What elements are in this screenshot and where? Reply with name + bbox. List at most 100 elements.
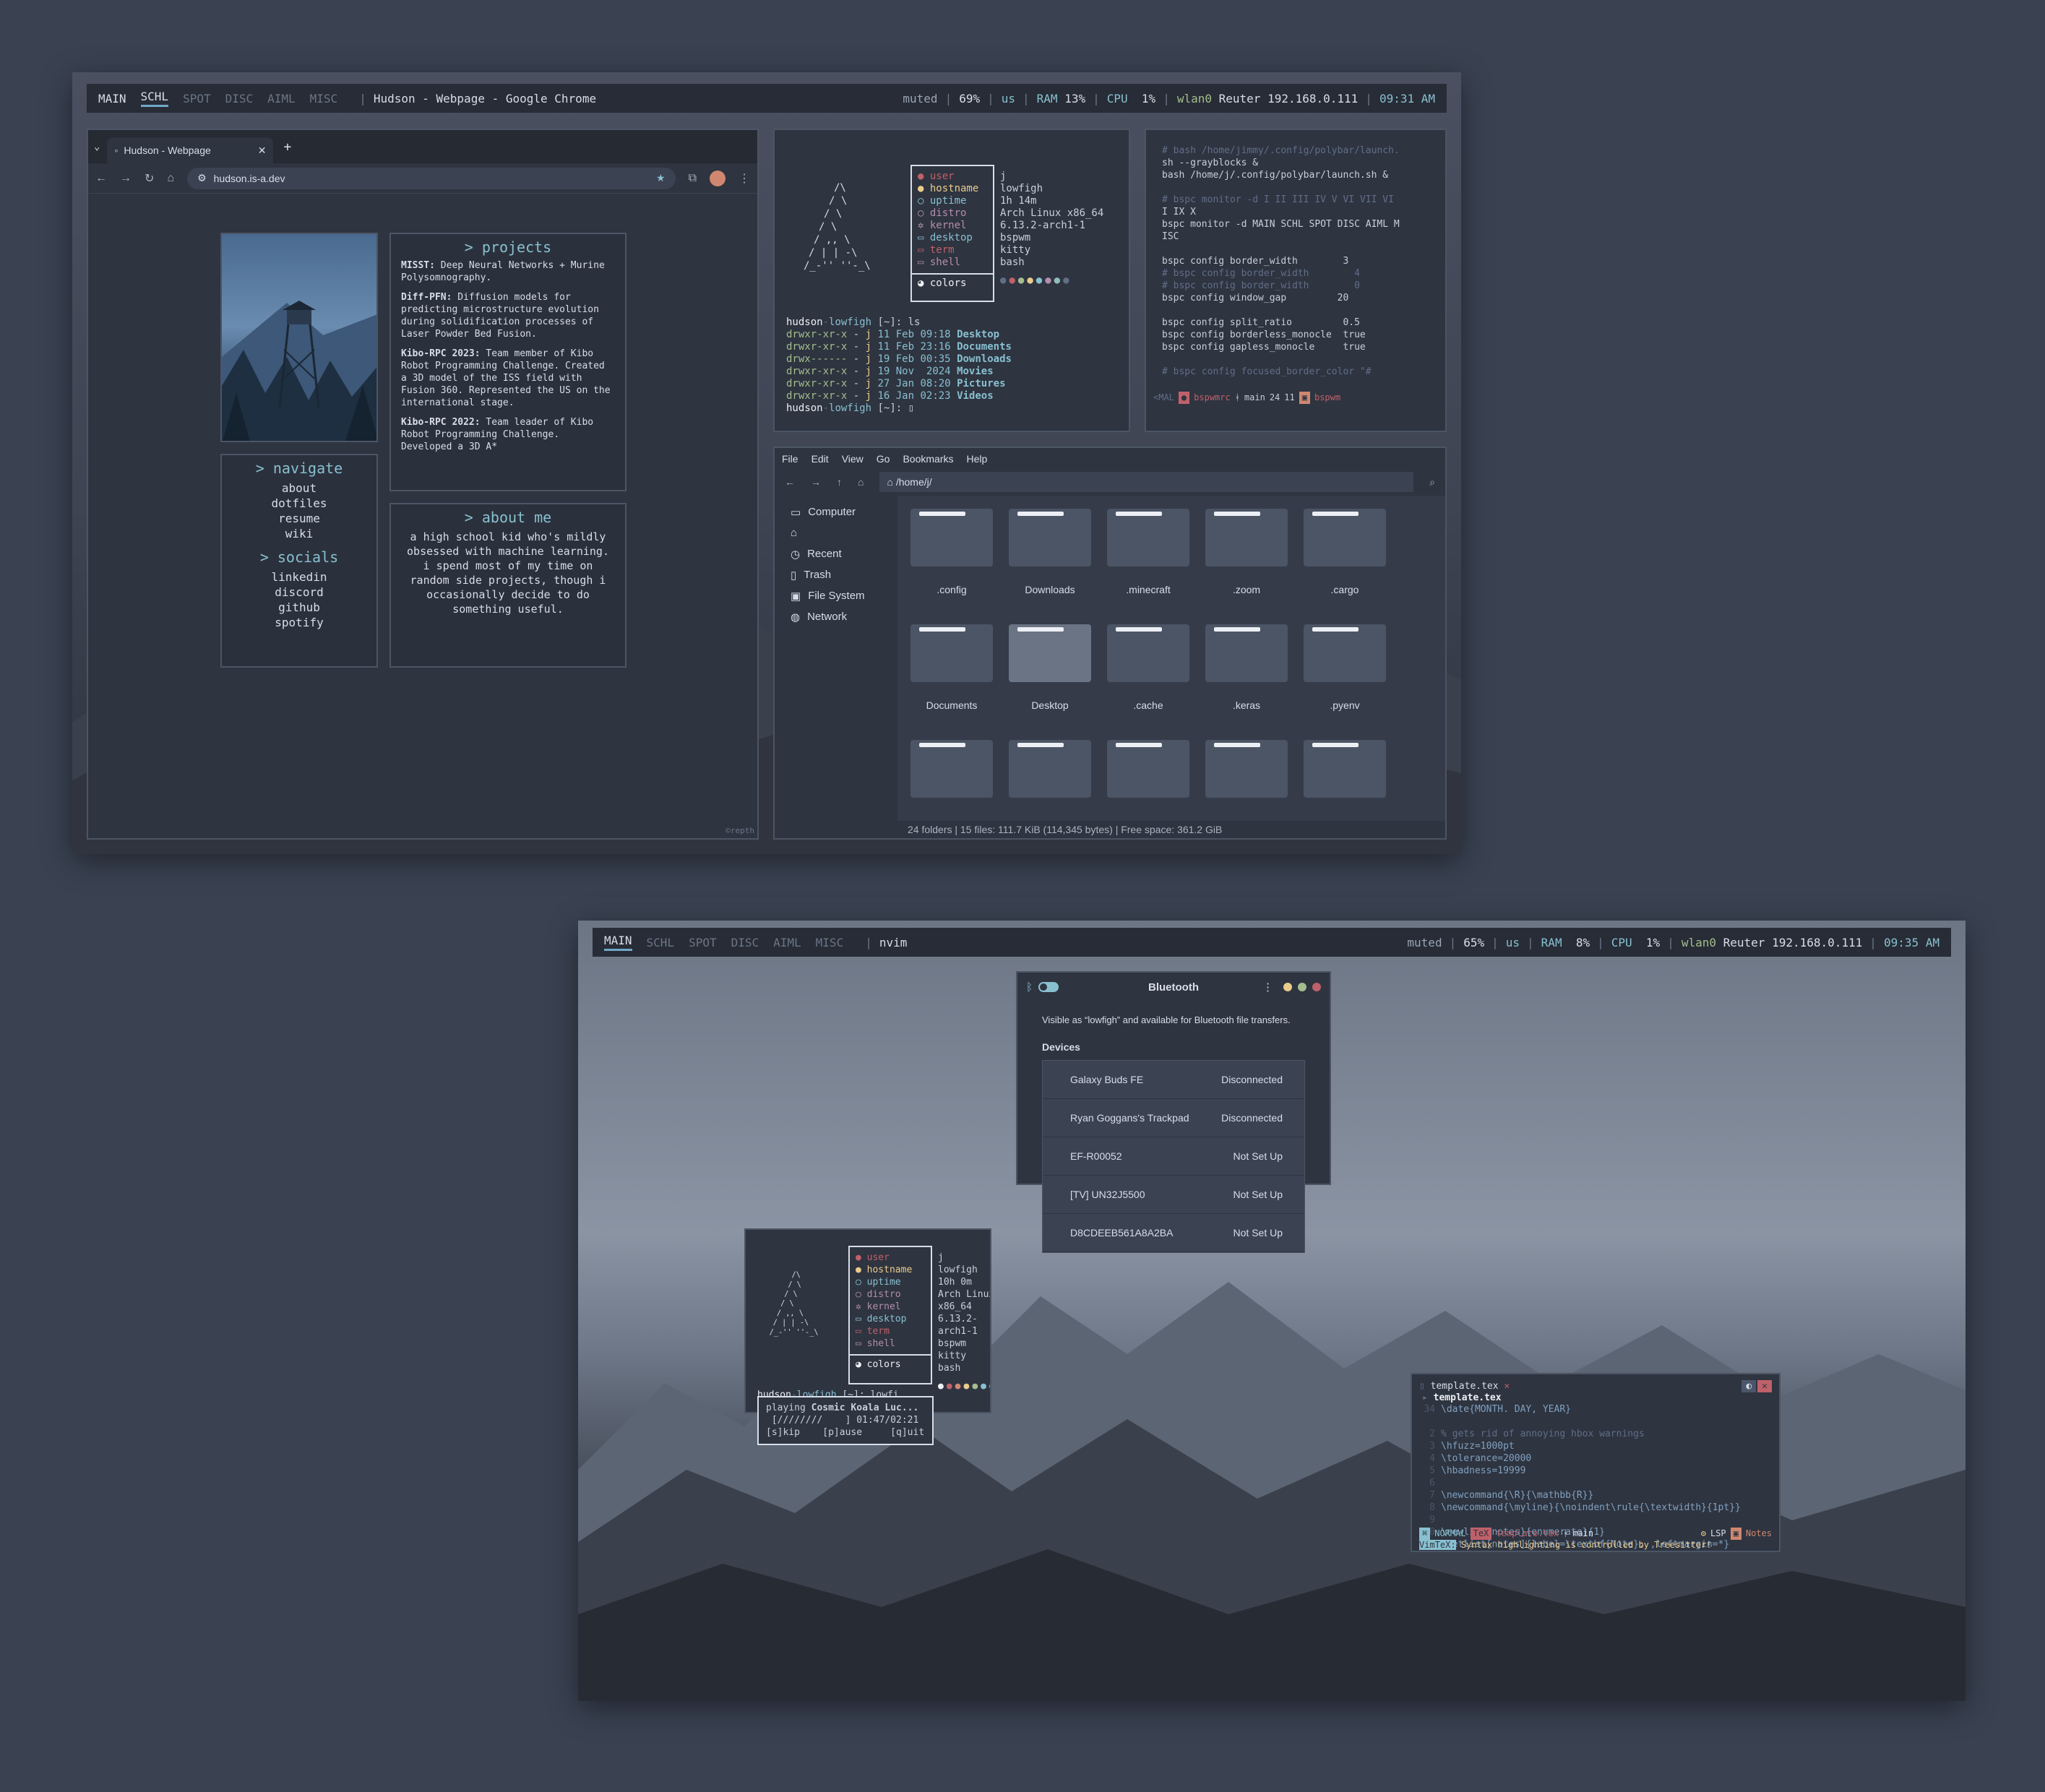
social-link-linkedin[interactable]: linkedin [232,569,366,585]
bookmark-star-icon[interactable]: ★ [656,172,666,184]
workspace-spot[interactable]: SPOT [689,936,717,949]
side-computer[interactable]: ▭ Computer [775,501,897,522]
menu-view[interactable]: View [842,453,864,465]
chrome-tab[interactable]: ◦ Hudson - Webpage ✕ [107,137,274,163]
minimize-button[interactable] [1283,983,1292,991]
code-line: 4 \tolerance=20000 [1429,1453,1532,1464]
bt-device-row[interactable]: [TV] UN32J5500 Not Set Up [1043,1176,1304,1214]
folder-icon[interactable] [1301,620,1389,689]
player-controls[interactable]: [s]kip [p]ause [q]uit [766,1427,924,1438]
lowfi-player[interactable]: playing Cosmic Koala Luc... [//////// ] … [757,1396,934,1445]
folder-icon[interactable] [1202,504,1291,573]
arch-logo: /\ / \ / \ / \ / ,, \ / | | -\/_-'' ''-_\ [804,182,871,272]
site-info-icon[interactable]: ⚙ [197,172,207,184]
social-link-github[interactable]: github [232,600,366,615]
side-network[interactable]: ◍ Network [775,606,897,627]
folder-icon[interactable] [908,620,996,689]
toggle-icon[interactable]: ◐ [1742,1380,1757,1392]
folder-icon[interactable] [1104,736,1192,804]
fm-up-icon[interactable]: ↑ [837,476,842,488]
cursor: ▯ [908,402,915,414]
nav-link-wiki[interactable]: wiki [232,526,366,541]
notes-icon: ▣ [1730,1528,1742,1540]
workspace-main[interactable]: MAIN [98,92,126,105]
folder-icon[interactable] [1104,620,1192,689]
workspace-schl[interactable]: SCHL [140,90,169,107]
workspace-disc[interactable]: DISC [731,936,759,949]
bspwmrc-code[interactable]: # bash /home/jimmy/.config/polybar/launc… [1162,145,1400,378]
bt-device-row[interactable]: EF-R00052 Not Set Up [1043,1137,1304,1176]
menu-go[interactable]: Go [877,453,890,465]
workspace-misc[interactable]: MISC [310,92,338,105]
workspace-disc[interactable]: DISC [225,92,254,105]
folder-icon[interactable] [908,504,996,573]
folder-icon[interactable] [1202,620,1291,689]
back-icon[interactable]: ← [95,172,107,185]
folder-icon[interactable] [1301,504,1389,573]
workspace-schl[interactable]: SCHL [647,936,675,949]
about-text: a high school kid who's mildly obsessed … [407,530,609,616]
menu-edit[interactable]: Edit [811,453,829,465]
menu-bookmarks[interactable]: Bookmarks [903,453,953,465]
address-bar[interactable]: ⚙ hudson.is-a.dev ★ [187,167,676,189]
bt-device-row[interactable]: Galaxy Buds FE Disconnected [1043,1061,1304,1099]
menu-help[interactable]: Help [967,453,988,465]
workspace-aiml[interactable]: AIML [267,92,296,105]
status-branch: main [1572,1528,1594,1538]
forward-icon[interactable]: → [120,172,132,185]
workspace-spot[interactable]: SPOT [183,92,211,105]
folder-icon[interactable] [1301,736,1389,804]
profile-avatar[interactable] [710,170,726,186]
social-link-spotify[interactable]: spotify [232,615,366,630]
folder-icon[interactable] [1006,736,1094,804]
tab-close-icon[interactable]: ✕ [1499,1380,1510,1392]
bt-device-row[interactable]: D8CDEEB561A8A2BA Not Set Up [1043,1214,1304,1252]
workspace-misc[interactable]: MISC [816,936,844,949]
close-button[interactable] [1312,983,1321,991]
editor-mode: <MAL [1153,392,1174,402]
bt-device-row[interactable]: Ryan Goggans's Trackpad Disconnected [1043,1099,1304,1137]
cpu-label: CPU [1106,91,1128,105]
chrome-menu-icon[interactable]: ⋮ [739,171,750,186]
social-link-discord[interactable]: discord [232,585,366,600]
folder-icon[interactable] [1006,620,1094,689]
side-trash[interactable]: ▯ Trash [775,564,897,585]
folder-icon[interactable] [1006,504,1094,573]
side-recent[interactable]: ◷ Recent [775,543,897,564]
nav-link-resume[interactable]: resume [232,511,366,526]
tab-search-icon[interactable]: ⌄ [94,141,100,152]
code-line: # bspc config border_width 0 [1162,280,1360,291]
folder-icon[interactable] [1104,504,1192,573]
workspace-main[interactable]: MAIN [604,934,632,951]
fm-search-icon[interactable]: ⌕ [1429,476,1435,488]
arch-logo: /\ / \ / \ / \ / ,, \ / | | -\/_-'' ''-_\ [770,1271,819,1337]
nvim-close-icon[interactable]: ✕ [1757,1380,1772,1392]
fm-back-icon[interactable]: ← [785,476,795,488]
side-home[interactable]: ⌂ [775,522,897,543]
fetch-value-kernel: 6.13.2-arch1-1 [938,1314,978,1337]
fm-path-bar[interactable]: ⌂ /home/j/ [879,472,1414,492]
menu-file[interactable]: File [782,453,798,465]
prompt-line-2[interactable]: hudson-lowfigh [~]: ▯ [786,402,1012,415]
folder-icon[interactable] [1202,736,1291,804]
audio-status[interactable]: muted [903,92,937,105]
bt-menu-icon[interactable]: ⋮ [1262,981,1273,994]
tab-close-icon[interactable]: ✕ [258,145,267,157]
fm-home-icon[interactable]: ⌂ [858,476,864,488]
side-filesystem[interactable]: ▣ File System [775,585,897,606]
maximize-button[interactable] [1298,983,1306,991]
home-icon[interactable]: ⌂ [167,172,174,185]
fm-forward-icon[interactable]: → [811,476,821,488]
new-tab-icon[interactable]: + [283,139,291,155]
nav-link-about[interactable]: about [232,481,366,496]
audio-status[interactable]: muted [1407,936,1442,949]
reload-icon[interactable]: ↻ [145,171,154,186]
folder-icon[interactable] [908,736,996,804]
tab-favicon-icon: ◦ [114,145,119,156]
bt-device-status: Not Set Up [1233,1189,1283,1200]
folder-label: .zoom [1232,584,1261,595]
extensions-icon[interactable]: ⧉ [689,172,697,185]
workspace-aiml[interactable]: AIML [773,936,801,949]
nvim-tab[interactable]: template.tex [1431,1380,1499,1392]
nav-link-dotfiles[interactable]: dotfiles [232,496,366,511]
